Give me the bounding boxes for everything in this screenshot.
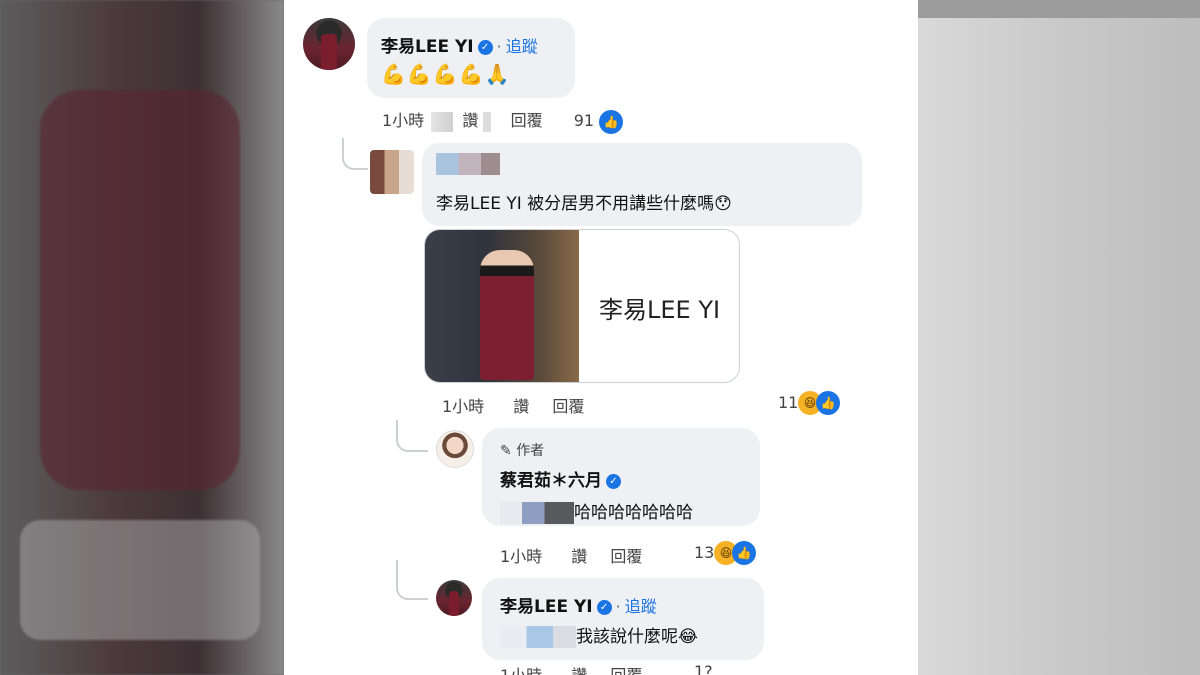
verified-badge-icon: ✓ (606, 474, 621, 489)
avatar[interactable] (303, 18, 355, 70)
pixelated-blur (431, 111, 454, 132)
comment-text: 💪💪💪💪🙏 (381, 62, 511, 86)
like-button[interactable]: 讚 (571, 666, 587, 675)
reaction-icons: 😆 👍 (798, 391, 840, 415)
avatar[interactable] (436, 580, 472, 616)
comment-bubble: 李易LEE YI ✓ · 追蹤 💪💪💪💪🙏 (367, 18, 575, 98)
reply-button[interactable]: 回覆 (552, 397, 584, 416)
reaction-count[interactable]: 91 (574, 111, 594, 130)
like-button[interactable]: 讚 (513, 397, 529, 416)
comment-meta: 1小時 讚 回覆 1? (500, 662, 800, 675)
thread-connector (396, 420, 428, 452)
thumbs-up-icon: 👍 (816, 391, 840, 415)
author-badge-label: 作者 (516, 443, 545, 459)
separator-dot: · (496, 37, 502, 56)
reaction-count[interactable]: 1? (694, 662, 713, 675)
like-button[interactable]: 讚 (571, 547, 587, 566)
comment-text: 李易LEE YI 被分居男不用講些什麼嗎😯 (436, 194, 732, 214)
link-preview-card[interactable]: 李易LEE YI (424, 229, 740, 383)
comment-bubble: 李易LEE YI ✓ · 追蹤 我該說什麼呢😂 (482, 578, 764, 660)
follow-button[interactable]: 追蹤 (625, 597, 657, 616)
link-preview-image (425, 230, 579, 382)
blurred-background-right (918, 0, 1200, 675)
background-shape (918, 0, 1200, 18)
avatar[interactable] (370, 150, 414, 194)
comment-author[interactable]: 蔡君茹＊六月 (500, 471, 602, 491)
comment-bubble: ✎ 作者 蔡君茹＊六月 ✓ 哈哈哈哈哈哈哈 (482, 428, 760, 526)
blurred-background-left (0, 0, 284, 675)
reply-button[interactable]: 回覆 (511, 111, 543, 130)
reaction-count[interactable]: 13 (694, 543, 714, 562)
pixelated-mention (500, 626, 576, 648)
comment-meta: 1小時 讚 回覆 91 👍 (382, 107, 624, 134)
background-shape (40, 90, 240, 490)
comment-bubble: 李易LEE YI 被分居男不用講些什麼嗎😯 (422, 143, 862, 226)
pixelated-mention (500, 502, 574, 524)
comment-author[interactable]: 李易LEE YI (381, 37, 474, 57)
reply-button[interactable]: 回覆 (610, 547, 642, 566)
link-preview-title: 李易LEE YI (599, 296, 721, 324)
thread-connector (342, 138, 368, 170)
author-badge: ✎ 作者 (500, 440, 544, 460)
timestamp[interactable]: 1小時 (442, 397, 484, 416)
background-shape (20, 520, 260, 640)
reaction-icons: 😆 👍 (714, 541, 756, 565)
separator-dot: · (615, 597, 621, 616)
comment-text: 哈哈哈哈哈哈哈 (574, 503, 693, 523)
pen-icon: ✎ (500, 443, 512, 459)
reaction-count[interactable]: 11 (778, 393, 798, 412)
comment-meta: 1小時 讚 回覆 13 😆 👍 (500, 541, 800, 567)
pixelated-name (436, 153, 500, 175)
timestamp[interactable]: 1小時 (500, 547, 542, 566)
avatar[interactable] (436, 430, 474, 468)
thread-connector (396, 560, 428, 600)
verified-badge-icon: ✓ (477, 40, 493, 55)
thumbs-up-icon: 👍 (732, 541, 756, 565)
thumbs-up-icon: 👍 (599, 109, 624, 134)
comment-panel: 李易LEE YI ✓ · 追蹤 💪💪💪💪🙏 1小時 讚 回覆 91 👍 李易LEE Y… (284, 0, 918, 675)
comment-meta: 1小時 讚 回覆 11 😆 👍 (442, 391, 858, 417)
reply-button[interactable]: 回覆 (610, 666, 642, 675)
timestamp[interactable]: 1小時 (382, 111, 424, 130)
pixelated-blur (483, 111, 492, 132)
verified-badge-icon: ✓ (596, 600, 612, 615)
comment-author[interactable]: 李易LEE YI (500, 597, 593, 617)
comment-text: 我該說什麼呢😂 (576, 627, 698, 647)
follow-button[interactable]: 追蹤 (506, 37, 538, 56)
like-button[interactable]: 讚 (462, 111, 478, 130)
timestamp[interactable]: 1小時 (500, 666, 542, 675)
